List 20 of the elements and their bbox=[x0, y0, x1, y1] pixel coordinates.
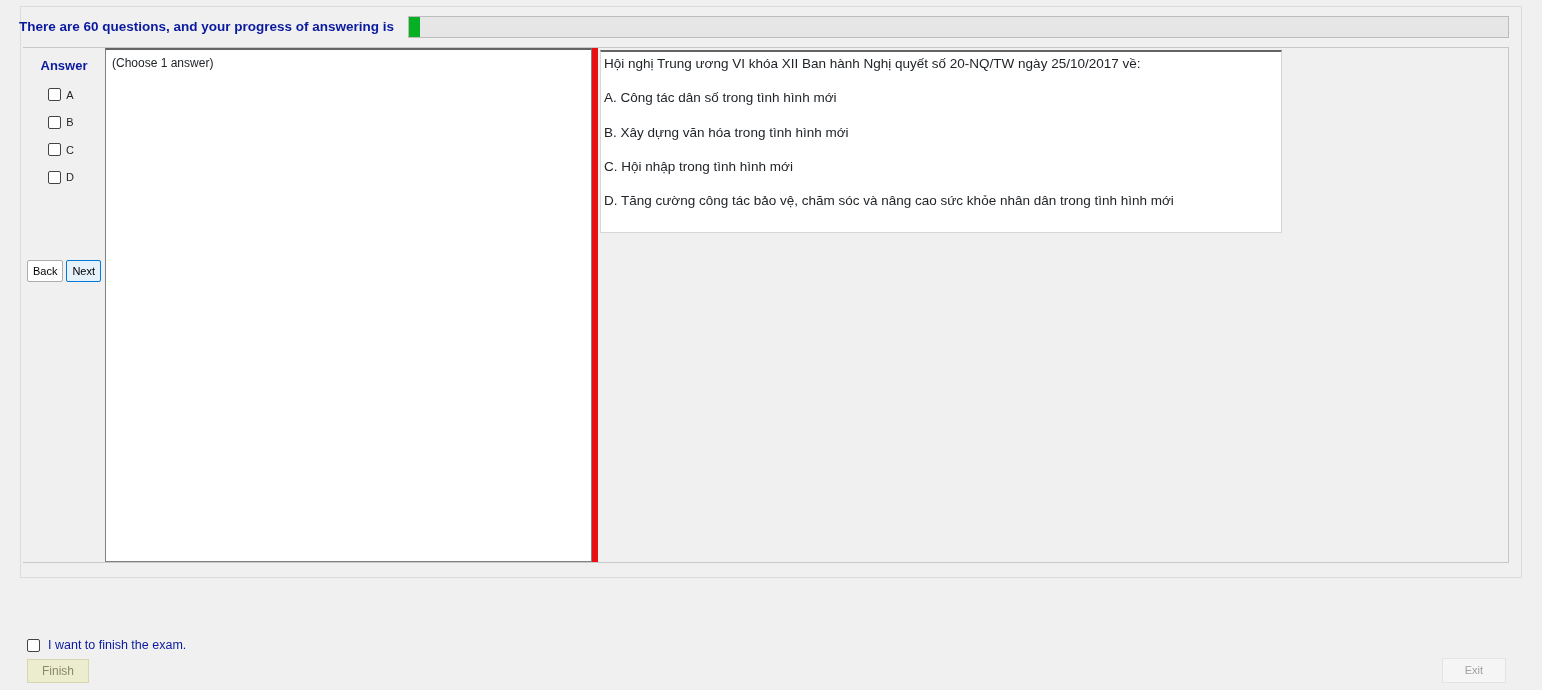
progress-caption: There are 60 questions, and your progress of answering is bbox=[19, 17, 395, 36]
next-button[interactable]: Next bbox=[66, 259, 102, 282]
back-button[interactable]: Back bbox=[26, 259, 64, 282]
choice-text: B. Xây dựng văn hóa trong tình hình mới bbox=[604, 123, 850, 142]
answer-checkbox[interactable] bbox=[48, 115, 62, 129]
option-label: B bbox=[66, 115, 74, 130]
question-text: Hội nghị Trung ương VI khóa XII Ban hành Nghị quyết số 20-NQ/TW ngày 25/10/2017 về: bbox=[604, 55, 1142, 73]
choice-text: D. Tăng cường công tác bảo vệ, chăm sóc và nâng cao sức khỏe nhân dân trong tình hình mới bbox=[604, 192, 1175, 210]
answer-checkbox[interactable] bbox=[48, 143, 61, 157]
instruction-text: (Choose 1 answer) bbox=[112, 56, 214, 70]
answer-title: Answer bbox=[40, 57, 88, 75]
choice-text: C. Hội nhập trong tình hình mới bbox=[604, 157, 794, 176]
option-label: D bbox=[66, 170, 74, 185]
option-label: C bbox=[66, 142, 74, 158]
finish-checkbox[interactable] bbox=[27, 638, 40, 652]
option-label: A bbox=[66, 87, 74, 103]
choice-text: A. Công tác dân số trong tình hình mới bbox=[604, 89, 838, 108]
answer-checkbox[interactable] bbox=[48, 88, 62, 102]
answer-checkbox[interactable] bbox=[48, 170, 61, 184]
finish-label: I want to finish the exam. bbox=[48, 637, 187, 654]
